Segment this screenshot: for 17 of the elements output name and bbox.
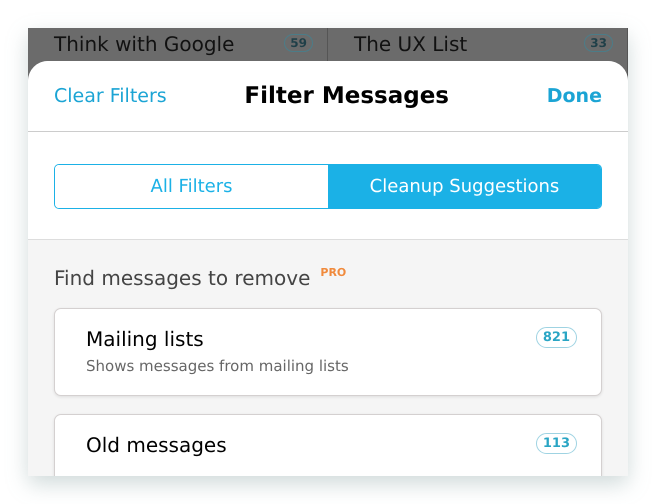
done-button[interactable]: Done [546, 85, 602, 107]
pro-label: PRO [320, 266, 346, 279]
count-badge: 821 [536, 327, 577, 348]
segment-tab[interactable]: Cleanup Suggestions [328, 165, 601, 208]
card-title: Old messages [86, 433, 227, 457]
card-title: Mailing lists [86, 327, 205, 351]
section-heading: Find messages to remove [54, 266, 310, 290]
list-item-name: The UX List [354, 32, 468, 56]
count-badge: 113 [536, 433, 577, 454]
sheet-title: Filter Messages [244, 83, 449, 109]
filter-card[interactable]: Old messages 113 [54, 414, 602, 476]
list-item-name: Think with Google [54, 32, 234, 56]
count-badge: 59 [284, 34, 313, 52]
card-subtitle: Shows messages from mailing lists [86, 357, 349, 375]
clear-filters-button[interactable]: Clear Filters [54, 85, 167, 107]
filter-card[interactable]: Mailing lists Shows messages from mailing lists 821 [54, 308, 602, 396]
count-badge: 33 [584, 34, 613, 52]
